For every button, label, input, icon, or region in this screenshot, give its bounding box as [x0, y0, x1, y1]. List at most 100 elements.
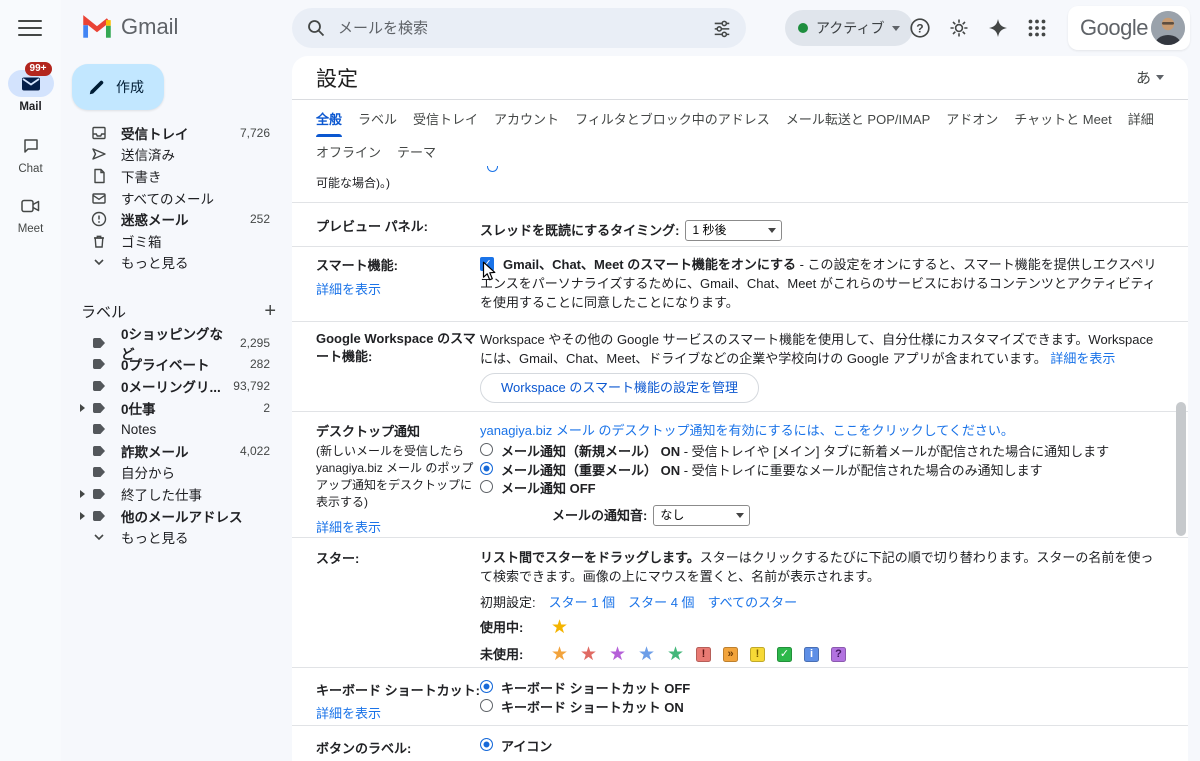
- rail-item-mail[interactable]: 99+ Mail: [0, 70, 61, 113]
- tab-offline[interactable]: オフライン: [316, 137, 381, 166]
- preview-pane-label: プレビュー パネル:: [316, 203, 480, 246]
- main-menu-button[interactable]: [18, 20, 42, 36]
- labels-more[interactable]: もっと見る: [61, 526, 292, 548]
- clipped-text: 可能な場合)。): [316, 166, 390, 202]
- settings-tabs-row1: 全般 ラベル 受信トレイ アカウント フィルタとブロック中のアドレス メール転送…: [292, 100, 1188, 137]
- smart-features-checkbox[interactable]: [480, 257, 494, 271]
- radio-shortcuts-off[interactable]: [480, 680, 493, 693]
- apps-grid-icon[interactable]: [1026, 17, 1048, 39]
- tab-filters[interactable]: フィルタとブロック中のアドレス: [575, 100, 770, 137]
- settings-row-keyboard-shortcuts: キーボード ショートカット: 詳細を表示 キーボード ショートカット OFF キ…: [292, 668, 1188, 726]
- label-list: 0ショッピングなど 2,295 0プライベート 282 0メーリングリ... 9…: [61, 332, 292, 548]
- radio-new-mail-notifications[interactable]: [480, 443, 493, 456]
- enable-desktop-notifications-link[interactable]: yanagiya.biz メール のデスクトップ通知を有効にするには、ここをクリ…: [480, 423, 1014, 438]
- label-tag-icon: [90, 507, 108, 525]
- label-tag-icon: [90, 442, 108, 460]
- sidebar-item-more[interactable]: もっと見る: [61, 252, 292, 274]
- sidebar-item-inbox[interactable]: 受信トレイ 7,726: [61, 122, 292, 144]
- yellow-bang-icon[interactable]: !: [750, 647, 765, 662]
- label-item[interactable]: 0ショッピングなど 2,295: [61, 332, 292, 354]
- purple-question-icon[interactable]: ?: [831, 647, 846, 662]
- radio-button-labels-icons[interactable]: [480, 738, 493, 751]
- sidebar-item-trash[interactable]: ゴミ箱: [61, 230, 292, 252]
- sidebar-item-all-mail[interactable]: すべてのメール: [61, 187, 292, 209]
- smart-features-details-link[interactable]: 詳細を表示: [316, 282, 381, 297]
- star-icon[interactable]: ★: [551, 647, 568, 663]
- red-bang-icon[interactable]: !: [696, 647, 711, 662]
- rail-meet-label: Meet: [0, 223, 61, 235]
- label-item[interactable]: 詐欺メール 4,022: [61, 440, 292, 462]
- star-icon[interactable]: ★: [667, 647, 684, 663]
- tab-inbox[interactable]: 受信トレイ: [413, 100, 478, 137]
- tab-forwarding[interactable]: メール転送と POP/IMAP: [786, 100, 930, 137]
- tab-addons[interactable]: アドオン: [946, 100, 998, 137]
- label-item[interactable]: 0プライベート 282: [61, 354, 292, 376]
- manage-workspace-smart-button[interactable]: Workspace のスマート機能の設定を管理: [480, 373, 759, 403]
- trash-icon: [90, 232, 108, 250]
- blue-info-icon[interactable]: i: [804, 647, 819, 662]
- radio-shortcuts-on[interactable]: [480, 699, 493, 712]
- star-icon[interactable]: ★: [638, 647, 655, 663]
- settings-panel: 設定 あ 全般 ラベル 受信トレイ アカウント フィルタとブロック中のアドレス …: [292, 56, 1188, 761]
- keyboard-shortcuts-details-link[interactable]: 詳細を表示: [316, 706, 381, 721]
- gemini-sparkle-icon[interactable]: [987, 17, 1009, 39]
- expand-caret-icon[interactable]: [80, 490, 85, 498]
- vertical-scrollbar-thumb[interactable]: [1176, 402, 1186, 536]
- status-chip[interactable]: アクティブ: [785, 10, 913, 46]
- search-icon[interactable]: [306, 18, 326, 38]
- desktop-notifications-details-link[interactable]: 詳細を表示: [316, 520, 381, 535]
- settings-row-preview-pane: プレビュー パネル: スレッドを既読にするタイミング: 1 秒後: [292, 203, 1188, 247]
- green-check-icon[interactable]: ✓: [777, 647, 792, 662]
- sent-icon: [90, 145, 108, 163]
- google-wordmark: Google: [1080, 15, 1151, 41]
- tab-labels[interactable]: ラベル: [358, 100, 397, 137]
- label-item[interactable]: 0メーリングリ... 93,792: [61, 375, 292, 397]
- desktop-notifications-label: デスクトップ通知: [316, 421, 480, 440]
- help-icon[interactable]: ?: [909, 17, 931, 39]
- input-tools-toggle[interactable]: あ: [1136, 67, 1164, 88]
- search-input[interactable]: [336, 19, 712, 38]
- add-label-icon[interactable]: +: [264, 301, 276, 321]
- star-icon[interactable]: ★: [551, 620, 568, 636]
- gmail-logo[interactable]: Gmail: [82, 14, 178, 40]
- label-tag-icon: [90, 377, 108, 395]
- tab-general[interactable]: 全般: [316, 100, 342, 137]
- sidebar-item-sent[interactable]: 送信済み: [61, 144, 292, 166]
- radio-notifications-off[interactable]: [480, 480, 493, 493]
- notification-sound-select[interactable]: なし: [653, 505, 750, 526]
- settings-gear-icon[interactable]: [948, 17, 970, 39]
- preset-four-stars-link[interactable]: スター 4 個: [628, 593, 694, 612]
- star-icon[interactable]: ★: [609, 647, 626, 663]
- expand-caret-icon[interactable]: [80, 512, 85, 520]
- tab-themes[interactable]: テーマ: [397, 137, 436, 166]
- label-item[interactable]: 0仕事 2: [61, 397, 292, 419]
- settings-header: 設定 あ: [292, 56, 1188, 100]
- label-item[interactable]: 終了した仕事: [61, 483, 292, 505]
- label-item[interactable]: 自分から: [61, 462, 292, 484]
- google-account-box[interactable]: Google: [1068, 6, 1190, 50]
- radio-important-mail-notifications[interactable]: [480, 462, 493, 475]
- tab-accounts[interactable]: アカウント: [494, 100, 559, 137]
- labels-title: ラベル: [81, 301, 126, 322]
- rail-chat-label: Chat: [0, 163, 61, 175]
- label-item[interactable]: 他のメールアドレス: [61, 505, 292, 527]
- expand-caret-icon[interactable]: [80, 404, 85, 412]
- rail-item-meet[interactable]: Meet: [0, 192, 61, 235]
- label-item[interactable]: Notes: [61, 418, 292, 440]
- sidebar-item-drafts[interactable]: 下書き: [61, 165, 292, 187]
- chevron-down-icon: [90, 528, 108, 546]
- tab-advanced[interactable]: 詳細: [1128, 100, 1154, 137]
- preset-one-star-link[interactable]: スター 1 個: [549, 593, 615, 612]
- preset-all-stars-link[interactable]: すべてのスター: [708, 593, 798, 612]
- workspace-details-link[interactable]: 詳細を表示: [1050, 351, 1115, 366]
- orange-guillemet-icon[interactable]: »: [723, 647, 738, 662]
- unused-star-icons: ★ ★ ★ ★ ★ ! » ! ✓ i ?: [551, 647, 846, 663]
- search-filter-icon[interactable]: [712, 18, 732, 38]
- tab-chat-meet[interactable]: チャットと Meet: [1014, 100, 1111, 137]
- account-avatar[interactable]: [1151, 11, 1185, 45]
- compose-button[interactable]: 作成: [72, 64, 164, 110]
- sidebar-item-spam[interactable]: 迷惑メール 252: [61, 208, 292, 230]
- star-icon[interactable]: ★: [580, 647, 597, 663]
- rail-item-chat[interactable]: Chat: [0, 132, 61, 175]
- mark-read-timing-select[interactable]: 1 秒後: [685, 220, 782, 241]
